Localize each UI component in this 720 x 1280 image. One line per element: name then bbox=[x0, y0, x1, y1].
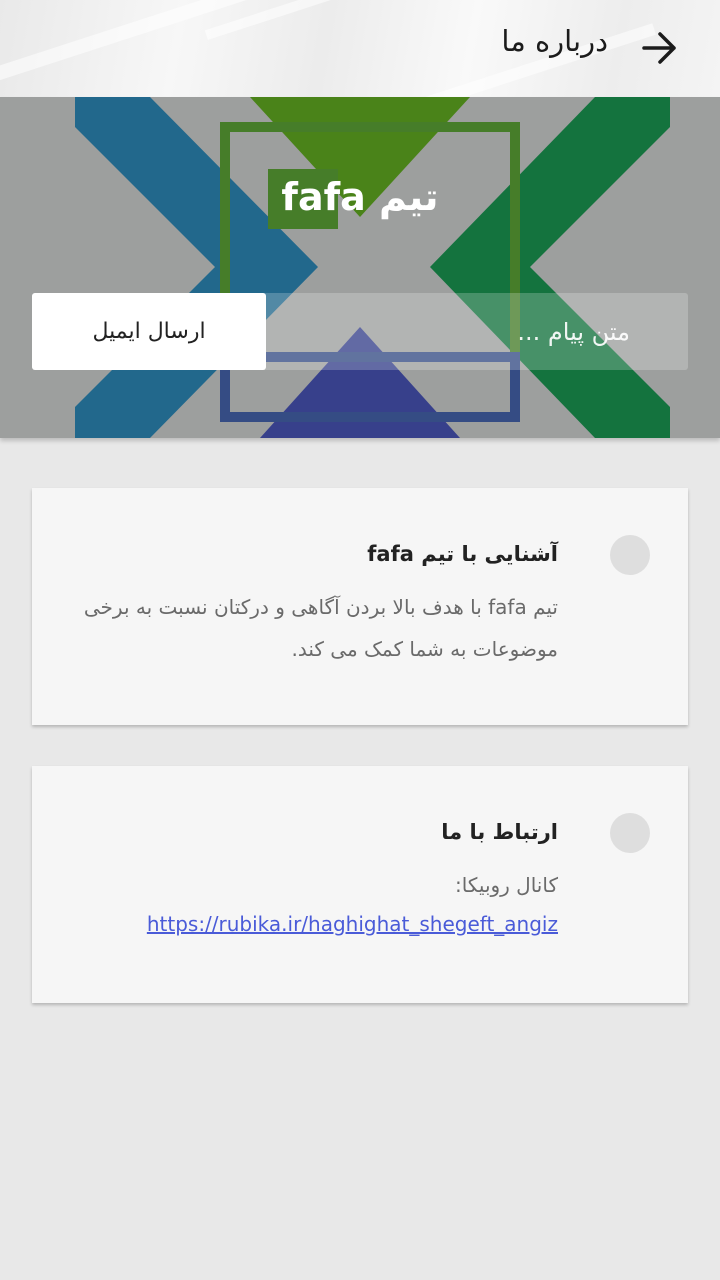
contact-card: ارتباط با ما کانال روبیکا: https://rubik… bbox=[32, 766, 688, 1003]
card-title: آشنایی با تیم fafa bbox=[367, 542, 558, 566]
background-texture bbox=[204, 0, 456, 40]
team-logo-background bbox=[0, 97, 720, 438]
send-email-button[interactable]: ارسال ایمیل bbox=[32, 293, 266, 370]
message-form: ارسال ایمیل bbox=[32, 293, 688, 370]
about-card: آشنایی با تیم fafa تیم fafa با هدف بالا … bbox=[32, 488, 688, 725]
back-button[interactable] bbox=[630, 22, 690, 74]
card-title: ارتباط با ما bbox=[441, 820, 558, 844]
card-description: کانال روبیکا: bbox=[455, 873, 558, 897]
hero-banner: تیم fafa ارسال ایمیل bbox=[0, 97, 720, 438]
page-title: درباره ما bbox=[501, 24, 608, 58]
message-input[interactable] bbox=[298, 293, 688, 370]
app-bar: درباره ما bbox=[0, 0, 720, 97]
arrow-right-icon bbox=[642, 32, 676, 64]
rubika-channel-link[interactable]: https://rubika.ir/haghighat_shegeft_angi… bbox=[147, 912, 558, 936]
card-avatar bbox=[610, 535, 650, 575]
team-title: تیم fafa bbox=[281, 175, 439, 219]
card-avatar bbox=[610, 813, 650, 853]
background-texture bbox=[0, 0, 255, 91]
card-description: تیم fafa با هدف بالا بردن آگاهی و درکتان… bbox=[83, 595, 558, 661]
